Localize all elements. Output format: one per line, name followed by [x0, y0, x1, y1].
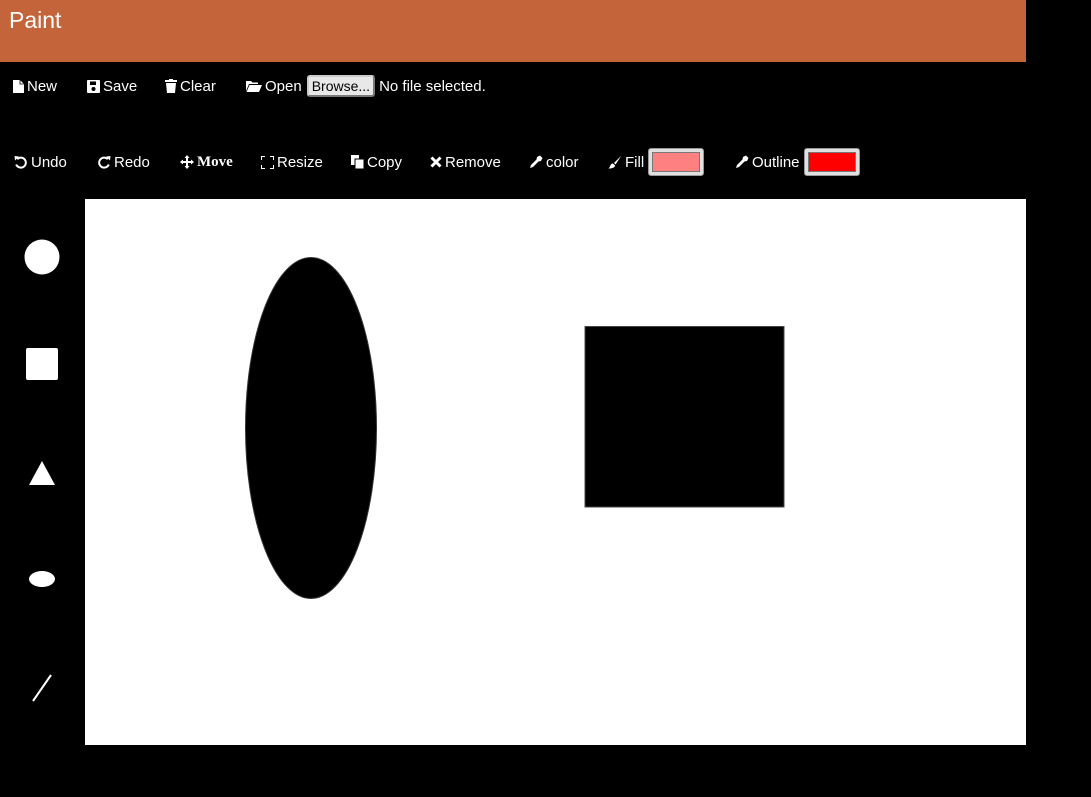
floppy-icon — [87, 79, 100, 93]
canvas-ellipse[interactable] — [245, 257, 377, 599]
triangle-icon — [29, 461, 55, 485]
paintbrush-icon — [608, 155, 622, 169]
redo-icon — [98, 156, 111, 169]
app-title: Paint — [9, 7, 62, 33]
outline-color-control: Outline — [735, 148, 860, 176]
move-button[interactable]: Move — [180, 154, 233, 171]
undo-label: Undo — [31, 153, 67, 171]
outline-color-input[interactable] — [803, 148, 860, 176]
copy-button[interactable]: Copy — [351, 154, 402, 171]
move-arrows-icon — [180, 155, 194, 169]
fill-color-control: Fill — [608, 148, 705, 176]
folder-open-icon — [246, 81, 262, 92]
new-label: New — [27, 77, 58, 95]
canvas-rectangle[interactable] — [584, 326, 785, 508]
trash-icon — [165, 79, 177, 93]
square-icon — [26, 348, 58, 380]
file-status-text: No file selected. — [379, 77, 486, 95]
square-tool-button[interactable] — [20, 342, 64, 386]
fill-color-input[interactable] — [648, 148, 705, 176]
resize-button[interactable]: Resize — [261, 154, 323, 171]
outline-color-swatch — [807, 152, 856, 172]
drawing-canvas[interactable] — [85, 199, 1026, 745]
line-tool-button[interactable] — [20, 666, 64, 710]
resize-label: Resize — [277, 153, 323, 171]
undo-icon — [14, 156, 27, 169]
open-group: Open Browse... No file selected. — [246, 75, 486, 97]
new-button[interactable]: New — [13, 78, 57, 95]
move-label: Move — [197, 153, 233, 170]
fill-color-swatch — [652, 152, 701, 172]
save-label: Save — [103, 77, 138, 95]
clear-label: Clear — [180, 77, 216, 95]
eyedropper-icon — [736, 155, 749, 168]
copy-label: Copy — [367, 153, 403, 171]
color-label: color — [546, 153, 579, 171]
circle-icon — [24, 239, 60, 275]
redo-button[interactable]: Redo — [97, 154, 150, 171]
outline-label: Outline — [752, 153, 800, 171]
resize-icon — [261, 155, 274, 169]
save-button[interactable]: Save — [87, 78, 137, 95]
remove-label: Remove — [445, 153, 501, 171]
canvas-svg — [245, 257, 785, 599]
redo-label: Redo — [114, 153, 150, 171]
file-icon — [13, 79, 24, 93]
undo-button[interactable]: Undo — [14, 154, 67, 171]
title-bar: Paint — [0, 0, 1026, 62]
fill-label: Fill — [625, 153, 645, 171]
copy-icon — [351, 155, 364, 169]
x-mark-icon — [430, 156, 442, 168]
remove-button[interactable]: Remove — [430, 154, 501, 171]
clear-button[interactable]: Clear — [165, 78, 216, 95]
line-icon — [32, 674, 52, 702]
circle-tool-button[interactable] — [20, 235, 64, 279]
ellipse-icon — [29, 571, 55, 587]
browse-button[interactable]: Browse... — [306, 75, 376, 97]
triangle-tool-button[interactable] — [20, 451, 64, 495]
eyedropper-icon — [530, 155, 543, 168]
shape-tools-sidebar — [0, 199, 85, 745]
open-label: Open — [265, 77, 302, 95]
color-picker-button[interactable]: color — [529, 154, 579, 171]
ellipse-tool-button[interactable] — [20, 557, 64, 601]
